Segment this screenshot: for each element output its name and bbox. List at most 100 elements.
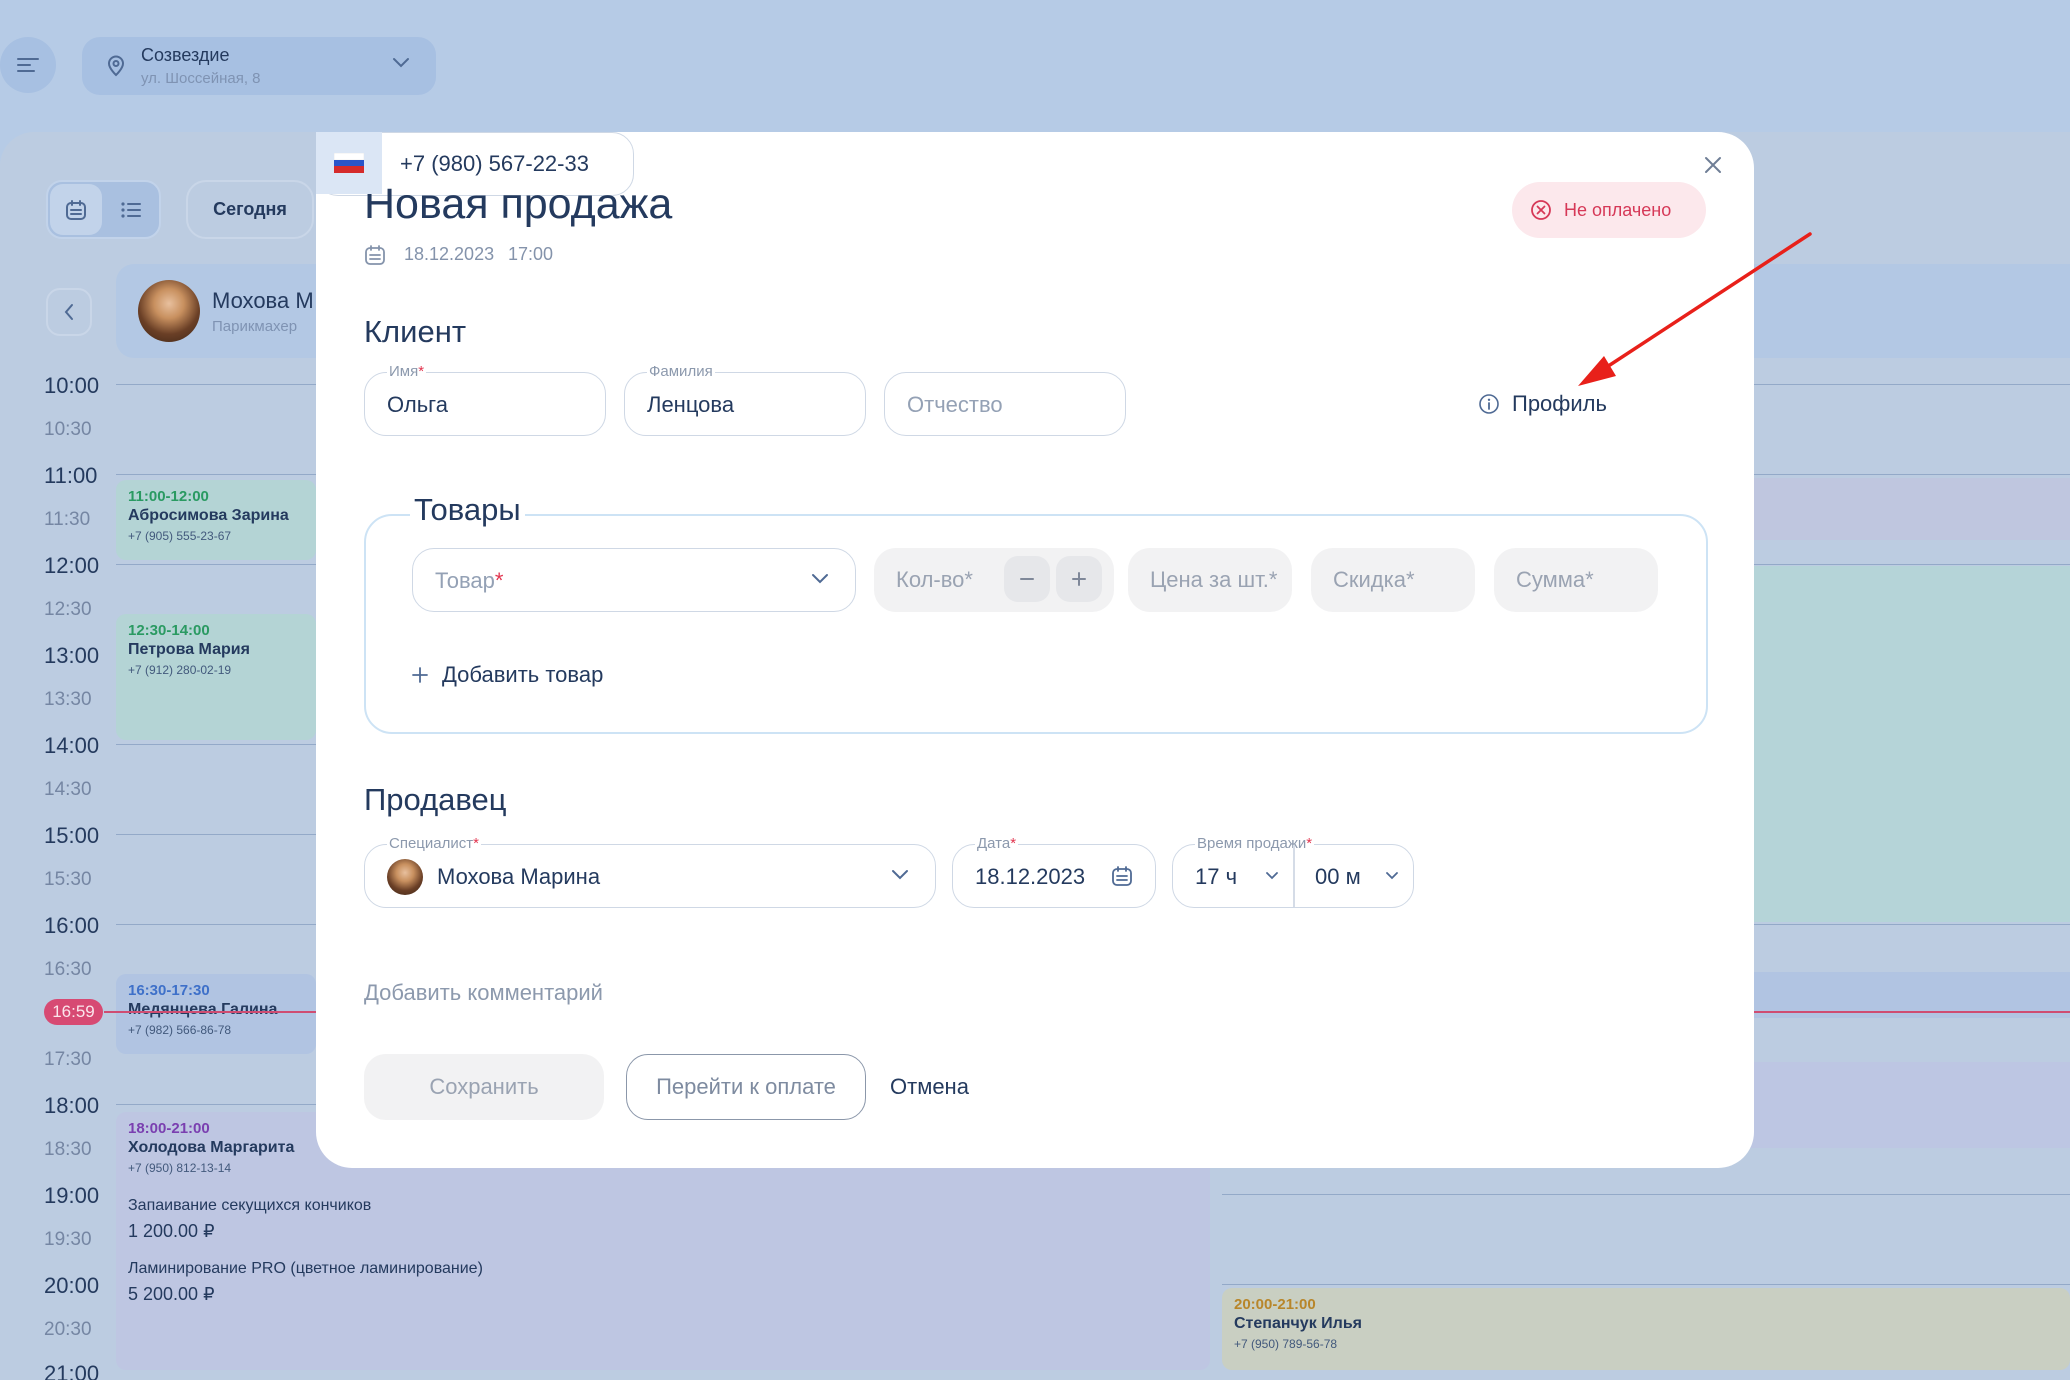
chevron-down-icon bbox=[891, 869, 909, 881]
close-icon[interactable] bbox=[1704, 156, 1722, 174]
add-comment-link[interactable]: Добавить комментарий bbox=[364, 980, 603, 1006]
annotation-arrow bbox=[1560, 228, 1820, 398]
event-phone: +7 (905) 555-23-67 bbox=[128, 529, 232, 543]
time-label: 17:30 bbox=[44, 1049, 92, 1070]
client-section-title: Клиент bbox=[364, 314, 467, 349]
calendar-icon bbox=[364, 244, 386, 266]
date-value: 18.12.2023 bbox=[975, 864, 1086, 889]
event-card[interactable] bbox=[1740, 566, 2070, 922]
location-address: ул. Шоссейная, 8 bbox=[141, 70, 261, 87]
prev-button[interactable] bbox=[46, 288, 92, 336]
sale-date: 18.12.2023 bbox=[404, 244, 495, 264]
list-icon bbox=[120, 201, 142, 219]
event-card[interactable]: 12:30-14:00 Петрова Мария +7 (912) 280-0… bbox=[116, 614, 316, 740]
event-phone: +7 (950) 789-56-78 bbox=[1234, 1337, 1338, 1351]
russia-flag-icon bbox=[334, 153, 364, 173]
last-name-field[interactable]: Фамилия Ленцова bbox=[624, 363, 866, 436]
goods-section-title: Товары bbox=[410, 492, 525, 528]
event-client: Абросимова Зарина bbox=[128, 507, 289, 524]
phone-value: +7 (980) 567-22-33 bbox=[400, 151, 589, 176]
sum-field[interactable]: Сумма* bbox=[1494, 548, 1658, 612]
time-label: 16:00 bbox=[44, 913, 100, 938]
sum-placeholder: Сумма* bbox=[1516, 567, 1594, 592]
sale-time-label: Время продажи* bbox=[1195, 835, 1315, 853]
time-label: 18:00 bbox=[44, 1093, 100, 1118]
save-button[interactable]: Сохранить bbox=[364, 1054, 604, 1120]
time-label: 16:30 bbox=[44, 959, 92, 980]
increment-button[interactable] bbox=[1056, 556, 1102, 602]
staff-name: Мохова М bbox=[212, 288, 314, 313]
chevron-down-icon bbox=[1265, 871, 1279, 880]
plus-icon bbox=[1071, 571, 1087, 587]
time-label: 12:00 bbox=[44, 553, 100, 578]
time-label: 20:30 bbox=[44, 1319, 92, 1340]
menu-icon bbox=[17, 57, 39, 73]
info-icon bbox=[1478, 393, 1500, 415]
minus-icon bbox=[1019, 571, 1035, 587]
discount-placeholder: Скидка* bbox=[1333, 567, 1415, 592]
sale-time: 17:00 bbox=[508, 244, 554, 264]
event-card[interactable] bbox=[1740, 478, 2070, 540]
location-name: Созвездие bbox=[141, 45, 230, 65]
middle-name-field[interactable]: Отчество bbox=[884, 372, 1126, 436]
calendar-icon[interactable] bbox=[1111, 865, 1133, 887]
location-selector[interactable]: Созвездие ул. Шоссейная, 8 bbox=[82, 37, 436, 95]
cancel-button[interactable]: Отмена bbox=[890, 1054, 969, 1120]
service-name: Запаивание секущихся кончиков bbox=[128, 1197, 372, 1214]
goods-section bbox=[364, 514, 1708, 734]
chevron-left-icon bbox=[63, 303, 75, 321]
price-placeholder: Цена за шт.* bbox=[1150, 567, 1278, 592]
service-price: 1 200.00 ₽ bbox=[128, 1221, 215, 1241]
country-selector[interactable] bbox=[316, 132, 382, 194]
first-name-label: Имя* bbox=[387, 363, 427, 381]
minutes-value[interactable]: 00 м bbox=[1315, 864, 1361, 890]
grid-line bbox=[1222, 1194, 2070, 1195]
go-to-payment-button[interactable]: Перейти к оплате bbox=[626, 1054, 866, 1120]
time-label: 14:00 bbox=[44, 733, 100, 758]
decrement-button[interactable] bbox=[1004, 556, 1050, 602]
avatar bbox=[138, 280, 200, 342]
menu-button[interactable] bbox=[0, 37, 56, 93]
event-client: Медянцева Галина bbox=[128, 1001, 278, 1018]
staff-header: Мохова М Парикмахер bbox=[116, 264, 326, 358]
event-client: Степанчук Илья bbox=[1234, 1315, 1362, 1332]
event-card[interactable] bbox=[1740, 1062, 2070, 1148]
time-label: 19:00 bbox=[44, 1183, 100, 1208]
first-name-value: Ольга bbox=[387, 392, 448, 417]
time-label: 18:30 bbox=[44, 1139, 92, 1160]
today-button[interactable]: Сегодня bbox=[186, 180, 314, 239]
quantity-stepper[interactable]: Кол-во* bbox=[874, 548, 1114, 612]
quantity-placeholder: Кол-во* bbox=[896, 567, 973, 592]
date-field[interactable]: Дата* 18.12.2023 bbox=[952, 835, 1156, 908]
discount-field[interactable]: Скидка* bbox=[1311, 548, 1475, 612]
time-label: 10:00 bbox=[44, 373, 100, 398]
list-view-button[interactable] bbox=[104, 184, 157, 235]
view-toggle bbox=[46, 180, 161, 239]
time-label: 10:30 bbox=[44, 419, 92, 440]
chevron-down-icon bbox=[1385, 871, 1399, 880]
last-name-label: Фамилия bbox=[647, 363, 715, 381]
event-card[interactable]: 11:00-12:00 Абросимова Зарина +7 (905) 5… bbox=[116, 480, 316, 560]
time-label: 19:30 bbox=[44, 1229, 92, 1250]
event-time: 20:00-21:00 bbox=[1234, 1296, 1316, 1313]
service-price: 5 200.00 ₽ bbox=[128, 1284, 215, 1304]
product-select[interactable]: Товар* bbox=[412, 548, 856, 612]
time-label: 15:30 bbox=[44, 869, 92, 890]
hours-value[interactable]: 17 ч bbox=[1195, 864, 1237, 890]
time-label: 13:00 bbox=[44, 643, 100, 668]
price-field[interactable]: Цена за шт.* bbox=[1128, 548, 1292, 612]
specialist-select[interactable]: Специалист* Мохова Марина bbox=[364, 835, 936, 908]
time-label: 11:00 bbox=[44, 463, 98, 488]
last-name-value: Ленцова bbox=[647, 392, 735, 417]
current-time-badge: 16:59 bbox=[44, 999, 103, 1025]
calendar-view-button[interactable] bbox=[50, 184, 102, 235]
first-name-field[interactable]: Имя* Ольга bbox=[364, 363, 606, 436]
event-client: Петрова Мария bbox=[128, 641, 250, 658]
date-label: Дата* bbox=[975, 835, 1019, 853]
close-circle-icon bbox=[1530, 199, 1552, 221]
sale-time-field[interactable]: Время продажи* 17 ч 00 м bbox=[1172, 835, 1414, 908]
add-product-button[interactable]: Добавить товар bbox=[412, 662, 603, 688]
event-card[interactable]: 20:00-21:00 Степанчук Илья +7 (950) 789-… bbox=[1222, 1288, 2070, 1370]
event-time: 12:30-14:00 bbox=[128, 622, 210, 639]
event-card[interactable]: 16:30-17:30 Медянцева Галина +7 (982) 56… bbox=[116, 974, 316, 1054]
